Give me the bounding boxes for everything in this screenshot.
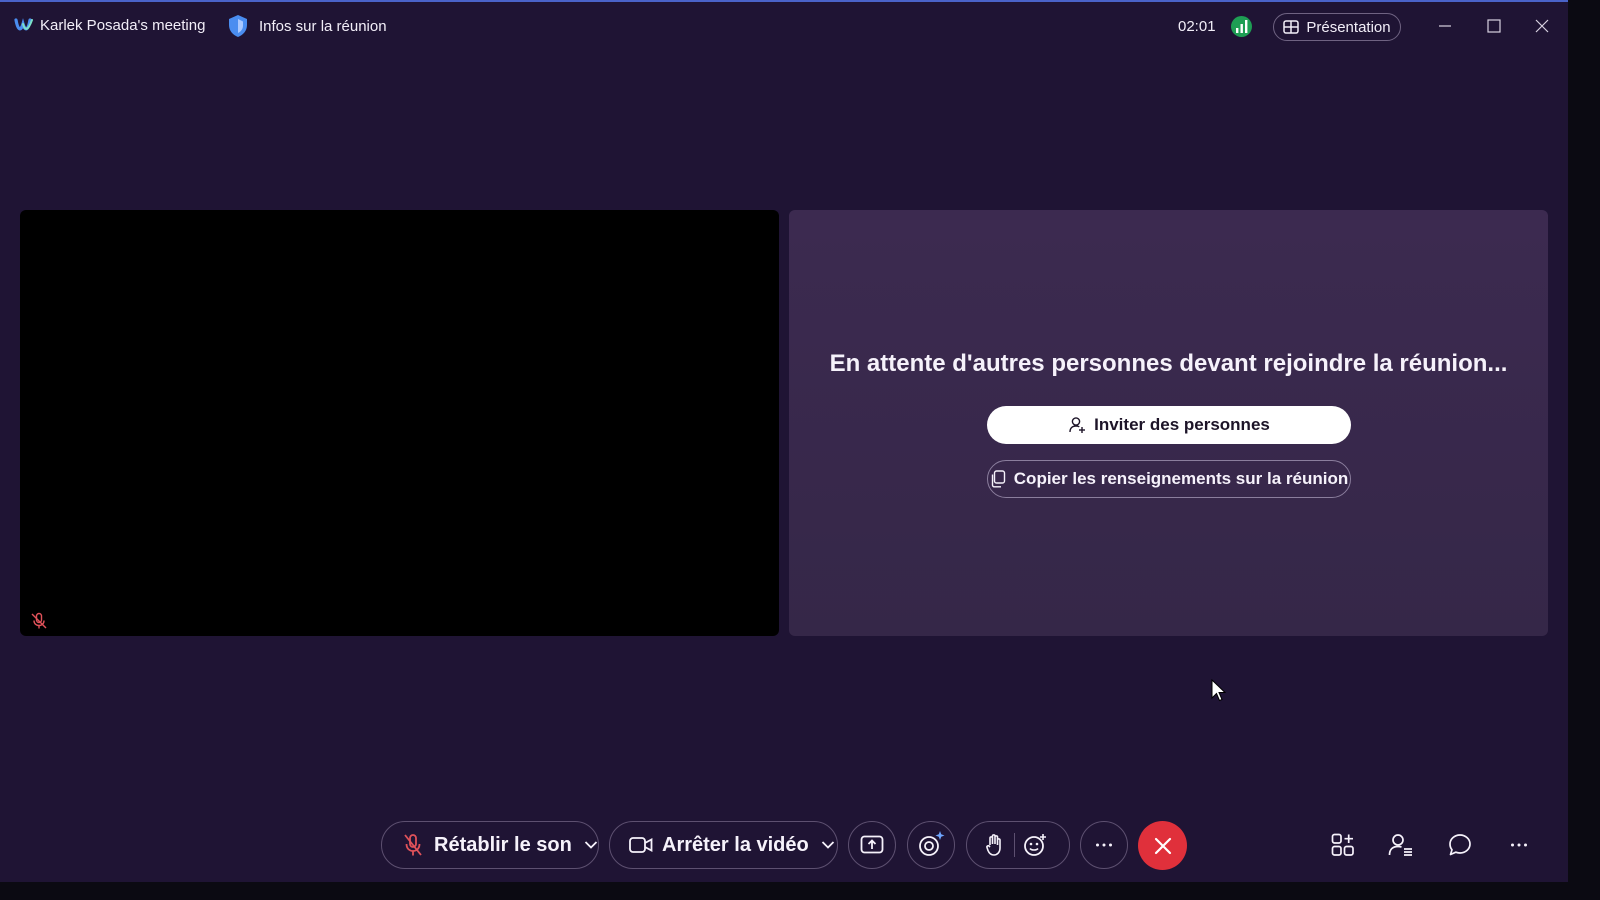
chat-button[interactable] bbox=[1447, 832, 1473, 858]
invite-people-button[interactable]: Inviter des personnes bbox=[987, 406, 1351, 444]
reaction-emoji-icon[interactable] bbox=[1023, 833, 1047, 857]
self-video-tile[interactable] bbox=[20, 210, 779, 636]
more-side-button[interactable] bbox=[1506, 832, 1532, 858]
meeting-timer: 02:01 bbox=[1178, 18, 1216, 35]
chat-icon bbox=[1449, 834, 1471, 856]
ai-assistant-icon bbox=[919, 831, 945, 856]
stop-video-label: Arrêter la vidéo bbox=[662, 833, 809, 856]
end-call-button[interactable] bbox=[1138, 821, 1187, 870]
more-options-button[interactable] bbox=[1080, 821, 1128, 869]
presentation-layout-button[interactable]: Présentation bbox=[1273, 13, 1401, 41]
person-add-icon bbox=[1069, 417, 1086, 433]
invite-people-label: Inviter des personnes bbox=[1094, 415, 1270, 434]
copy-meeting-info-label: Copier les renseignements sur la réunion bbox=[1013, 469, 1349, 488]
meeting-info-button[interactable]: Infos sur la réunion bbox=[227, 14, 387, 38]
chevron-down-icon[interactable] bbox=[821, 840, 835, 850]
webex-logo-icon bbox=[14, 18, 33, 31]
copy-icon bbox=[991, 470, 1005, 488]
reactions-group bbox=[966, 821, 1070, 869]
chevron-down-icon[interactable] bbox=[584, 840, 598, 850]
layout-grid-icon bbox=[1283, 20, 1300, 34]
close-icon bbox=[1154, 837, 1171, 854]
maximize-icon bbox=[1487, 19, 1501, 33]
meeting-info-label: Infos sur la réunion bbox=[259, 17, 387, 35]
mic-muted-icon bbox=[31, 612, 47, 629]
waiting-panel: En attente d'autres personnes devant rej… bbox=[789, 210, 1548, 636]
network-status-icon[interactable] bbox=[1231, 16, 1252, 37]
maximize-button[interactable] bbox=[1483, 15, 1505, 37]
more-horizontal-icon bbox=[1096, 843, 1112, 847]
share-screen-icon bbox=[860, 835, 884, 854]
title-bar: Karlek Posada's meeting Infos sur la réu… bbox=[0, 2, 1568, 50]
minimize-icon bbox=[1439, 25, 1451, 27]
minimize-button[interactable] bbox=[1434, 15, 1456, 37]
meeting-window: Karlek Posada's meeting Infos sur la réu… bbox=[0, 0, 1568, 882]
close-icon bbox=[1535, 19, 1549, 33]
presentation-label: Présentation bbox=[1306, 18, 1391, 36]
share-screen-button[interactable] bbox=[848, 821, 896, 869]
ai-assistant-button[interactable] bbox=[907, 821, 955, 869]
raise-hand-icon[interactable] bbox=[984, 833, 1006, 857]
meeting-title-text: Karlek Posada's meeting bbox=[40, 16, 206, 34]
apps-icon bbox=[1331, 833, 1354, 856]
participants-icon bbox=[1388, 834, 1412, 856]
copy-meeting-info-button[interactable]: Copier les renseignements sur la réunion bbox=[987, 460, 1351, 498]
desktop-background bbox=[0, 882, 1600, 900]
meeting-title: Karlek Posada's meeting bbox=[14, 15, 205, 35]
mic-muted-icon bbox=[404, 834, 422, 856]
divider bbox=[1014, 833, 1015, 857]
stop-video-button[interactable]: Arrêter la vidéo bbox=[609, 821, 838, 869]
unmute-label: Rétablir le son bbox=[434, 833, 572, 856]
unmute-button[interactable]: Rétablir le son bbox=[381, 821, 599, 869]
video-camera-icon bbox=[629, 837, 653, 853]
participants-button[interactable] bbox=[1388, 832, 1414, 858]
desktop-background bbox=[1568, 0, 1600, 900]
waiting-message: En attente d'autres personnes devant rej… bbox=[829, 350, 1508, 377]
close-window-button[interactable] bbox=[1531, 15, 1553, 37]
more-horizontal-icon bbox=[1511, 843, 1527, 847]
mouse-pointer-icon bbox=[1211, 679, 1227, 702]
apps-button[interactable] bbox=[1330, 832, 1356, 858]
shield-icon bbox=[229, 15, 247, 37]
